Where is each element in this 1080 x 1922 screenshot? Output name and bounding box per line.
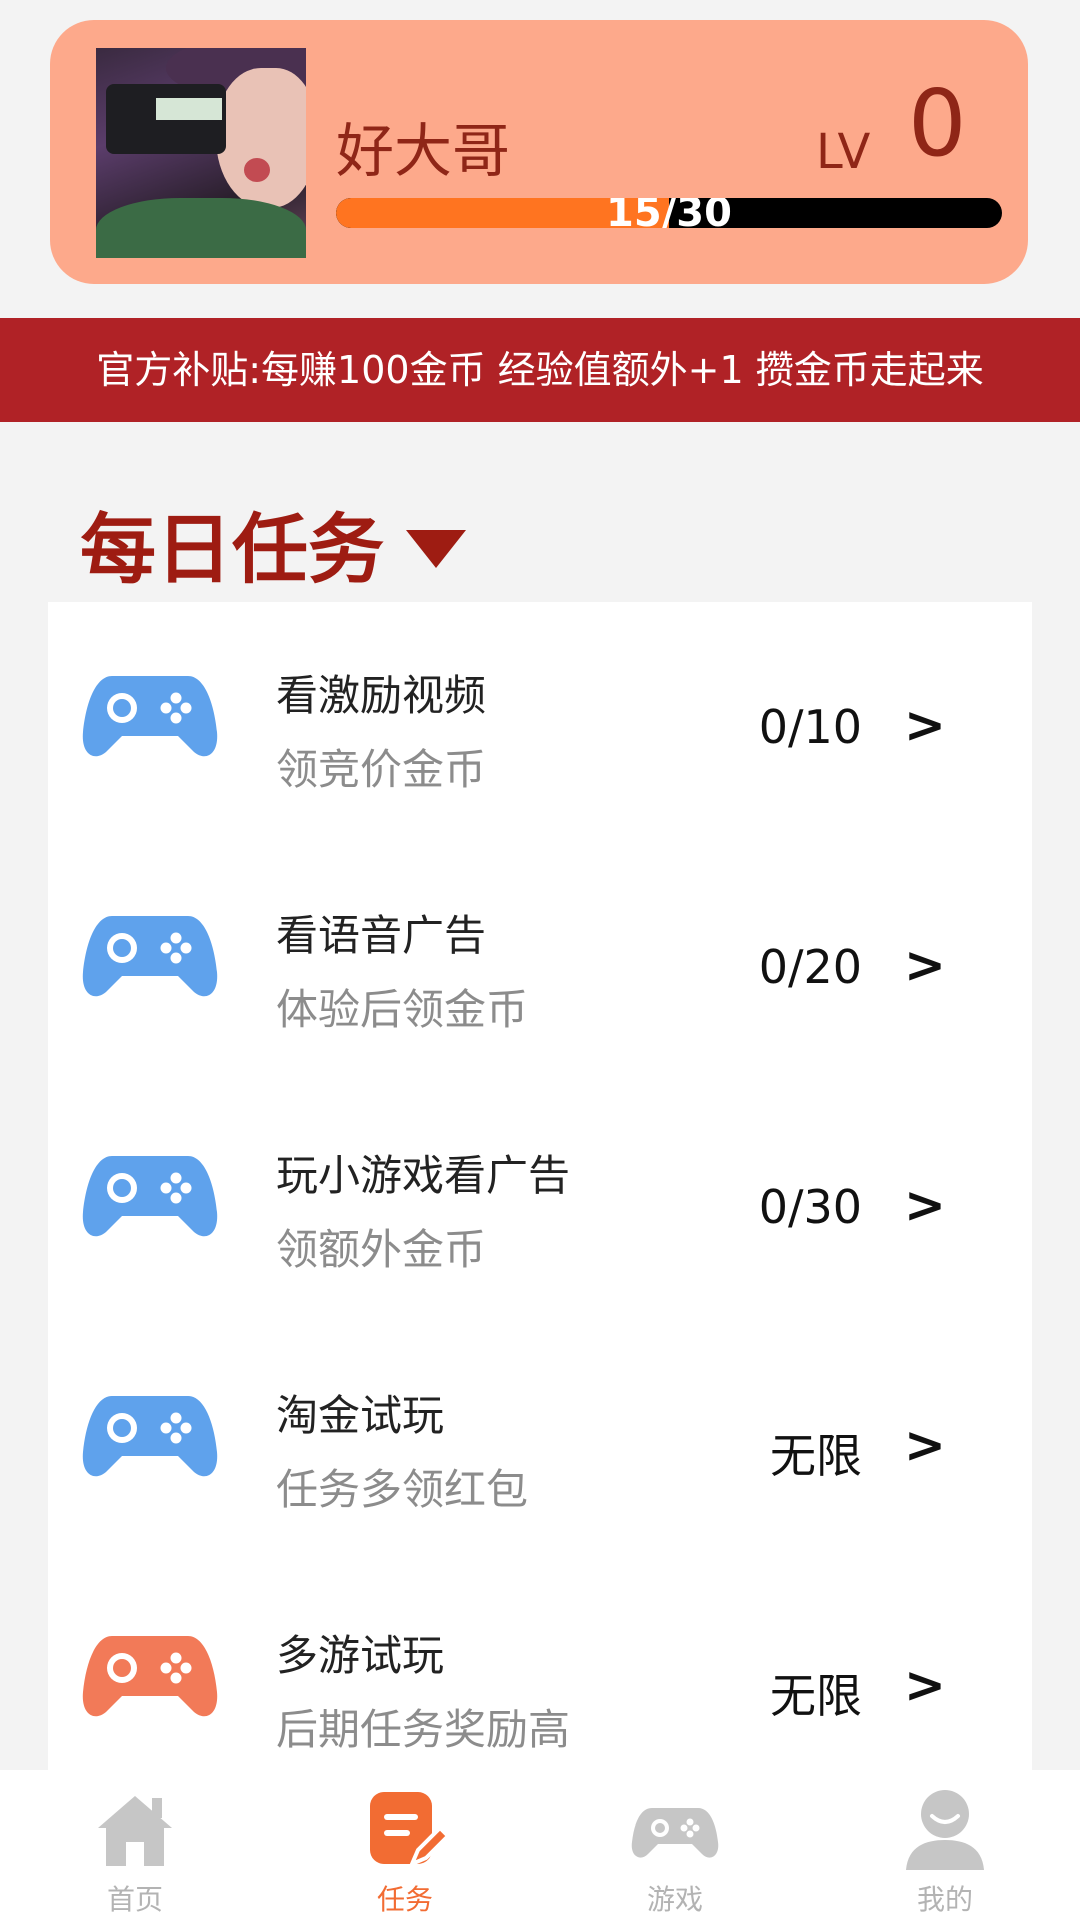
- level-value: 0: [908, 70, 967, 177]
- user-icon: [906, 1790, 984, 1870]
- username: 好大哥: [336, 117, 511, 185]
- gamepad-icon: [82, 1156, 218, 1237]
- task-subtitle: 领额外金币: [276, 1225, 487, 1274]
- level-label: LV: [816, 124, 871, 180]
- task-subtitle: 后期任务奖励高: [276, 1705, 571, 1754]
- task-row[interactable]: 玩小游戏看广告 领额外金币 0/30 >: [48, 1082, 1032, 1322]
- task-subtitle: 领竞价金币: [276, 745, 487, 794]
- nav-label-tasks: 任务: [376, 1883, 433, 1916]
- gamepad-icon: [82, 676, 218, 757]
- task-count: 0/30: [758, 1180, 862, 1234]
- subsidy-banner: 官方补贴:每赚100金币 经验值额外+1 攒金币走起来: [0, 318, 1080, 422]
- task-title: 多游试玩: [276, 1631, 445, 1680]
- task-title: 玩小游戏看广告: [276, 1151, 571, 1200]
- task-count: 0/20: [758, 940, 862, 994]
- task-count: 0/10: [758, 700, 862, 754]
- avatar[interactable]: [96, 48, 306, 258]
- nav-item-mine[interactable]: 我的: [810, 1770, 1080, 1922]
- chevron-right-icon[interactable]: >: [904, 1176, 946, 1234]
- task-subtitle: 任务多领红包: [276, 1465, 529, 1514]
- task-row[interactable]: 看语音广告体验后领金币 0/20 >: [48, 842, 1032, 1082]
- gamepad-icon: [82, 916, 218, 997]
- chevron-right-icon[interactable]: >: [904, 1416, 946, 1474]
- task-list: 看激励视频 领竞价金币 0/10 > 看语音广告 体验后领金币 0/20 > 玩小游戏看广告 领额…: [48, 602, 1032, 1770]
- dropdown-triangle-icon[interactable]: [406, 530, 466, 568]
- task-row[interactable]: 多游试玩后期任务奖励高 无限 >: [48, 1562, 1032, 1802]
- nav-item-home[interactable]: 首页: [0, 1770, 270, 1922]
- task-title: 看激励视频: [276, 671, 487, 720]
- task-subtitle: 体验后领金币: [276, 985, 529, 1034]
- bottom-nav: 首页 任务 游戏 我的: [0, 1770, 1080, 1922]
- nav-label-games: 游戏: [646, 1883, 703, 1916]
- task-count: 无限: [770, 1429, 862, 1483]
- gamepad-icon: [82, 1396, 218, 1477]
- progress-text: 15/30: [606, 198, 732, 228]
- gamepad-icon: [82, 1636, 218, 1717]
- chevron-right-icon[interactable]: >: [904, 696, 946, 754]
- task-edit-icon: [370, 1792, 450, 1868]
- profile-card: 好大哥 LV 0 15/30: [50, 20, 1028, 284]
- nav-label-mine: 我的: [916, 1883, 973, 1916]
- nav-label-home: 首页: [106, 1883, 163, 1916]
- task-row[interactable]: 淘金试玩任务多领红包 无限 >: [48, 1322, 1032, 1562]
- gamepad-icon: [631, 1808, 719, 1858]
- section-title: 每日任务: [80, 505, 384, 594]
- task-title: 淘金试玩: [276, 1391, 445, 1440]
- home-icon: [98, 1796, 172, 1866]
- task-count: 无限: [770, 1669, 862, 1723]
- nav-item-games[interactable]: 游戏: [540, 1770, 810, 1922]
- chevron-right-icon[interactable]: >: [904, 936, 946, 994]
- experience-progress-bar: 15/30: [336, 198, 1002, 228]
- task-row[interactable]: 看激励视频领竞价金币 0/10 >: [48, 602, 1032, 842]
- chevron-right-icon[interactable]: >: [904, 1656, 946, 1714]
- task-title: 看语音广告: [276, 911, 487, 960]
- nav-item-tasks[interactable]: 任务: [270, 1770, 540, 1922]
